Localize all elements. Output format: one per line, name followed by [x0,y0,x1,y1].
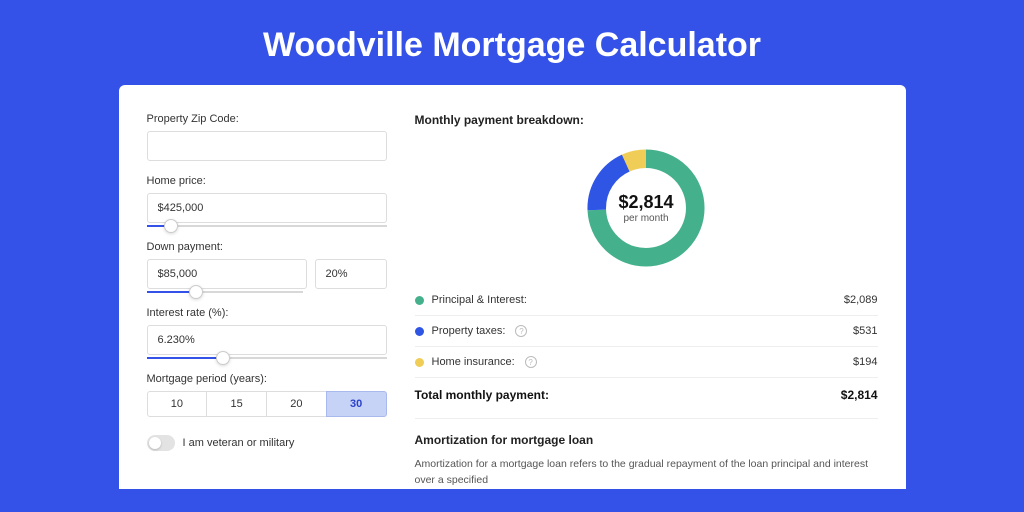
form-column: Property Zip Code: Home price: Down paym… [147,113,387,489]
amortization-section: Amortization for mortgage loan Amortizat… [415,418,878,489]
total-label: Total monthly payment: [415,388,549,402]
legend-value: $194 [853,356,877,368]
field-period: Mortgage period (years): 10152030 [147,373,387,417]
amortization-body: Amortization for a mortgage loan refers … [415,457,878,489]
legend-row: Principal & Interest: $2,089 [415,285,878,316]
down-payment-slider[interactable] [147,291,303,293]
period-button-10[interactable]: 10 [147,391,208,417]
home-price-label: Home price: [147,175,387,187]
calculator-card: Property Zip Code: Home price: Down paym… [119,85,906,489]
legend-label: Property taxes: [432,325,506,337]
veteran-label: I am veteran or military [183,437,295,449]
home-price-slider[interactable] [147,225,387,227]
period-button-group: 10152030 [147,391,387,417]
info-icon[interactable]: ? [515,325,527,337]
donut-amount: $2,814 [618,192,673,213]
slider-thumb-icon[interactable] [216,351,230,365]
interest-rate-label: Interest rate (%): [147,307,387,319]
period-label: Mortgage period (years): [147,373,387,385]
interest-rate-slider[interactable] [147,357,387,359]
slider-thumb-icon[interactable] [189,285,203,299]
period-button-20[interactable]: 20 [266,391,327,417]
legend-label: Home insurance: [432,356,515,368]
legend-label: Principal & Interest: [432,294,527,306]
period-button-30[interactable]: 30 [326,391,387,417]
field-home-price: Home price: [147,175,387,227]
down-payment-pct-input[interactable] [315,259,387,289]
donut-chart: $2,814 per month [581,143,711,273]
down-payment-label: Down payment: [147,241,387,253]
veteran-toggle[interactable] [147,435,175,451]
toggle-knob-icon [149,437,161,449]
down-payment-input[interactable] [147,259,307,289]
field-zip: Property Zip Code: [147,113,387,161]
total-value: $2,814 [841,388,878,402]
interest-rate-input[interactable] [147,325,387,355]
amortization-title: Amortization for mortgage loan [415,433,878,447]
legend-dot-icon [415,296,424,305]
home-price-input[interactable] [147,193,387,223]
legend-value: $531 [853,325,877,337]
breakdown-column: Monthly payment breakdown: $2,814 per mo… [415,113,878,489]
period-button-15[interactable]: 15 [206,391,267,417]
page-title: Woodville Mortgage Calculator [0,0,1024,85]
donut-center: $2,814 per month [581,143,711,273]
field-interest-rate: Interest rate (%): [147,307,387,359]
zip-input[interactable] [147,131,387,161]
total-row: Total monthly payment: $2,814 [415,377,878,412]
donut-chart-wrap: $2,814 per month [415,137,878,285]
legend-dot-icon [415,358,424,367]
field-down-payment: Down payment: [147,241,387,293]
breakdown-title: Monthly payment breakdown: [415,113,878,127]
zip-label: Property Zip Code: [147,113,387,125]
slider-thumb-icon[interactable] [164,219,178,233]
donut-sub: per month [623,213,668,224]
veteran-row: I am veteran or military [147,435,387,451]
info-icon[interactable]: ? [525,356,537,368]
legend-row: Property taxes:? $531 [415,316,878,347]
legend-value: $2,089 [844,294,878,306]
legend-dot-icon [415,327,424,336]
legend-row: Home insurance:? $194 [415,347,878,377]
